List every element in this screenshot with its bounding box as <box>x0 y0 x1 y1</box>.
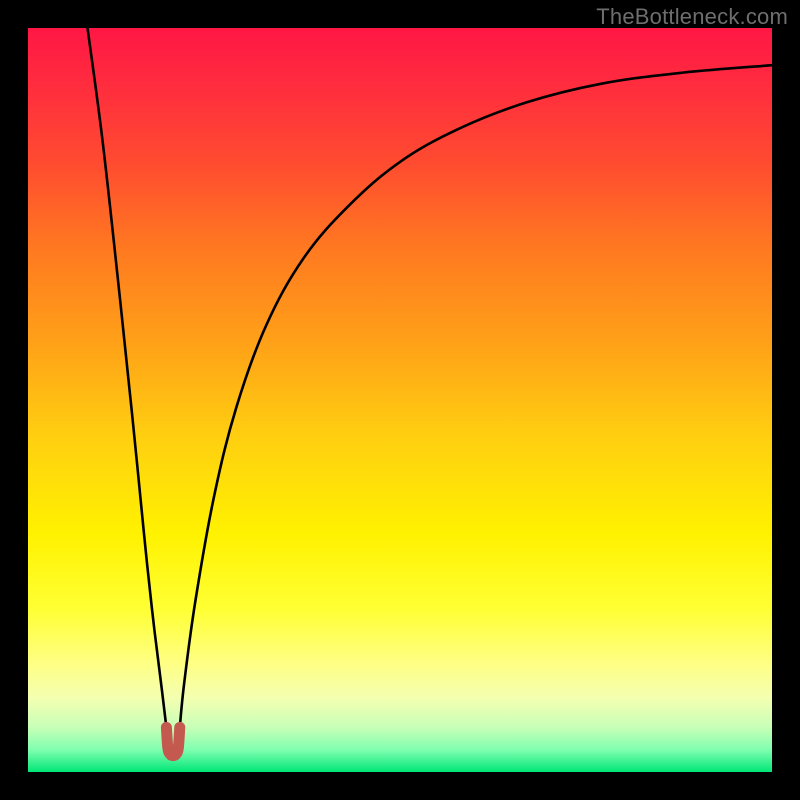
chart-frame: TheBottleneck.com <box>0 0 800 800</box>
watermark-text: TheBottleneck.com <box>596 4 788 30</box>
plot-area <box>28 28 772 772</box>
chart-svg <box>28 28 772 772</box>
gradient-background <box>28 28 772 772</box>
